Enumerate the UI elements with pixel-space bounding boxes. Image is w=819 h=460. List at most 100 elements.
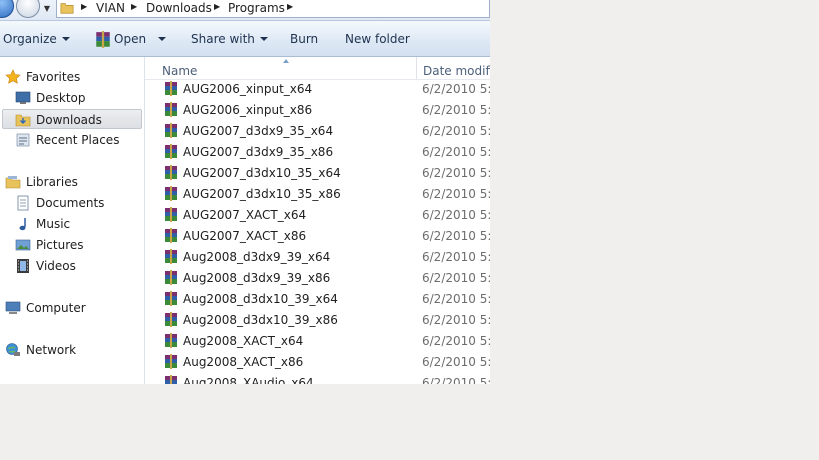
open-button[interactable]: Open: [114, 31, 167, 47]
burn-button[interactable]: Burn: [290, 31, 318, 47]
breadcrumb-arrow-icon[interactable]: ▶: [81, 2, 87, 11]
winrar-archive-icon: [165, 270, 177, 285]
open-label: Open: [114, 32, 147, 46]
winrar-archive-icon: [165, 123, 177, 138]
file-name: Aug2008_d3dx9_39_x86: [183, 271, 331, 285]
chevron-down-icon: [158, 37, 167, 41]
desktop-icon: [15, 91, 31, 104]
file-name: AUG2007_d3dx9_35_x86: [183, 145, 334, 159]
winrar-archive-icon: [96, 31, 110, 48]
file-row[interactable]: Aug2008_XACT_x64 6/2/2010 5:21: [145, 331, 490, 352]
share-with-button[interactable]: Share with: [191, 31, 268, 47]
forward-button[interactable]: [16, 0, 40, 18]
winrar-archive-icon: [165, 291, 177, 306]
nav-libraries-label: Libraries: [26, 175, 78, 189]
file-name: Aug2008_d3dx10_39_x64: [183, 292, 338, 306]
file-name: Aug2008_d3dx9_39_x64: [183, 250, 331, 264]
nav-videos[interactable]: Videos: [2, 256, 142, 276]
nav-computer[interactable]: Computer: [2, 298, 142, 318]
nav-downloads-label: Downloads: [36, 113, 102, 127]
file-row[interactable]: AUG2006_xinput_x86 6/2/2010 5:21: [145, 100, 490, 121]
nav-libraries[interactable]: Libraries: [2, 172, 142, 192]
file-row[interactable]: Aug2008_d3dx10_39_x86 6/2/2010 5:21: [145, 310, 490, 331]
share-with-label: Share with: [191, 32, 255, 46]
file-name: AUG2007_XACT_x64: [183, 208, 307, 222]
breadcrumb-arrow-icon[interactable]: ▶: [214, 2, 220, 11]
computer-icon: [5, 301, 21, 314]
chevron-down-icon: [61, 37, 70, 41]
new-folder-button[interactable]: New folder: [345, 31, 410, 47]
nav-desktop[interactable]: Desktop: [2, 88, 142, 108]
file-row[interactable]: AUG2006_xinput_x64 6/2/2010 5:21: [145, 79, 490, 100]
column-header-name[interactable]: Name: [145, 57, 417, 79]
explorer-window: ▼ ▶ VIAN ▶ Downloads ▶ Programs ▶ Organi…: [0, 0, 490, 384]
nav-recent-places-label: Recent Places: [36, 133, 120, 147]
file-date-modified: 6/2/2010 5:21: [422, 292, 490, 306]
file-row[interactable]: Aug2008_d3dx10_39_x64 6/2/2010 5:21: [145, 289, 490, 310]
file-row[interactable]: Aug2008_d3dx9_39_x64 6/2/2010 5:21: [145, 247, 490, 268]
winrar-archive-icon: [165, 249, 177, 264]
file-name: AUG2006_xinput_x86: [183, 103, 313, 117]
organize-button[interactable]: Organize: [3, 31, 70, 47]
column-header-date-modified[interactable]: Date modifie: [417, 57, 490, 79]
file-row[interactable]: AUG2007_d3dx9_35_x64 6/2/2010 5:21: [145, 121, 490, 142]
file-date-modified: 6/2/2010 5:21: [422, 166, 490, 180]
winrar-archive-icon: [165, 207, 177, 222]
nav-downloads[interactable]: Downloads: [2, 109, 142, 129]
address-bar: ▼ ▶ VIAN ▶ Downloads ▶ Programs ▶: [0, 0, 490, 21]
downloads-folder-icon: [15, 114, 31, 127]
file-date-modified: 6/2/2010 5:21: [422, 376, 490, 384]
nav-pictures[interactable]: Pictures: [2, 235, 142, 255]
nav-favorites-label: Favorites: [26, 70, 81, 84]
file-row[interactable]: Aug2008_XAudio_x64 6/2/2010 5:21: [145, 373, 490, 384]
file-date-modified: 6/2/2010 5:21: [422, 124, 490, 138]
file-date-modified: 6/2/2010 5:21: [422, 355, 490, 369]
file-name: Aug2008_XACT_x64: [183, 334, 304, 348]
file-row[interactable]: AUG2007_d3dx10_35_x64 6/2/2010 5:21: [145, 163, 490, 184]
organize-label: Organize: [3, 32, 57, 46]
file-date-modified: 6/2/2010 5:21: [422, 208, 490, 222]
sort-ascending-icon: [283, 59, 289, 63]
file-row[interactable]: AUG2007_XACT_x86 6/2/2010 5:21: [145, 226, 490, 247]
address-field[interactable]: ▶ VIAN ▶ Downloads ▶ Programs ▶: [56, 0, 490, 18]
file-date-modified: 6/2/2010 5:21: [422, 187, 490, 201]
file-name: AUG2007_d3dx10_35_x64: [183, 166, 341, 180]
column-header-bar: Name Date modifie: [145, 57, 490, 80]
libraries-icon: [5, 176, 21, 189]
chevron-down-icon: [259, 37, 268, 41]
breadcrumb-programs[interactable]: Programs: [228, 1, 285, 15]
nav-desktop-label: Desktop: [36, 91, 86, 105]
file-row[interactable]: AUG2007_d3dx9_35_x86 6/2/2010 5:21: [145, 142, 490, 163]
new-folder-label: New folder: [345, 32, 410, 46]
breadcrumb-arrow-icon[interactable]: ▶: [287, 2, 293, 11]
nav-videos-label: Videos: [36, 259, 76, 273]
winrar-archive-icon: [165, 186, 177, 201]
nav-recent-places[interactable]: Recent Places: [2, 130, 142, 150]
file-date-modified: 6/2/2010 5:21: [422, 82, 490, 96]
file-row[interactable]: AUG2007_d3dx10_35_x86 6/2/2010 5:21: [145, 184, 490, 205]
winrar-archive-icon: [165, 312, 177, 327]
file-name: Aug2008_XACT_x86: [183, 355, 304, 369]
winrar-archive-icon: [165, 165, 177, 180]
nav-documents[interactable]: Documents: [2, 193, 142, 213]
nav-favorites[interactable]: Favorites: [2, 67, 142, 87]
recent-pages-chevron-icon[interactable]: ▼: [42, 3, 52, 15]
nav-computer-label: Computer: [26, 301, 86, 315]
winrar-archive-icon: [165, 144, 177, 159]
back-button[interactable]: [0, 0, 14, 18]
file-row[interactable]: AUG2007_XACT_x64 6/2/2010 5:21: [145, 205, 490, 226]
folder-icon: [60, 3, 74, 14]
file-name: AUG2007_XACT_x86: [183, 229, 307, 243]
file-row[interactable]: Aug2008_d3dx9_39_x86 6/2/2010 5:21: [145, 268, 490, 289]
command-bar: Organize Open Share with Burn New folder: [0, 21, 490, 57]
breadcrumb-arrow-icon[interactable]: ▶: [131, 2, 137, 11]
nav-network[interactable]: Network: [2, 340, 142, 360]
recent-places-icon: [16, 133, 30, 147]
file-date-modified: 6/2/2010 5:21: [422, 103, 490, 117]
nav-music[interactable]: Music: [2, 214, 142, 234]
breadcrumb-downloads[interactable]: Downloads: [146, 1, 212, 15]
file-name: AUG2007_d3dx9_35_x64: [183, 124, 334, 138]
breadcrumb-vian[interactable]: VIAN: [96, 1, 125, 15]
file-row[interactable]: Aug2008_XACT_x86 6/2/2010 5:21: [145, 352, 490, 373]
file-date-modified: 6/2/2010 5:21: [422, 250, 490, 264]
